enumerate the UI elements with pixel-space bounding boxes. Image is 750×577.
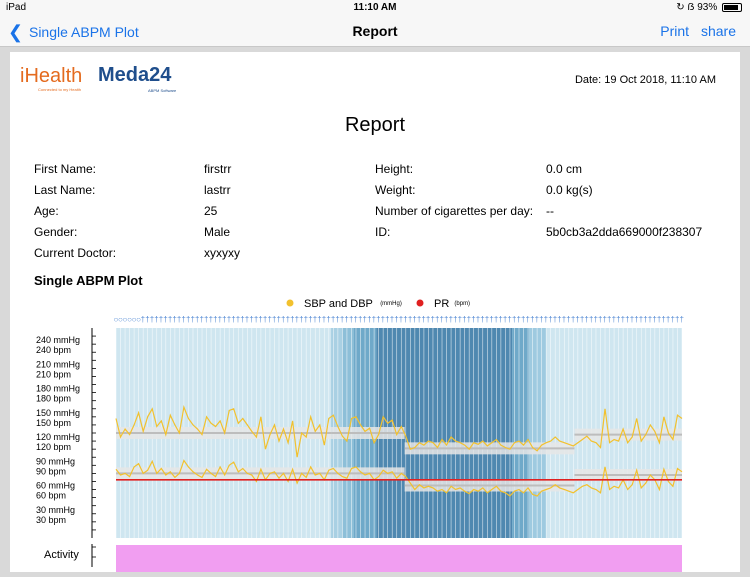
field-value: firstrr — [204, 162, 232, 176]
back-button-label: Single ABPM Plot — [28, 24, 139, 40]
field-value: 0.0 cm — [546, 162, 583, 176]
field-label: First Name: — [34, 162, 97, 176]
y-tick-label: 240 bpm — [36, 345, 71, 355]
y-tick-label: 180 mmHg — [36, 384, 80, 394]
meda24-logo-text: Meda24 — [98, 64, 172, 86]
field-value: Male — [204, 225, 231, 239]
abpm-chart-svg: SBP and DBP (mmHg) PR (bpm) ○ ○ ○ ○ ○ ○ † † † † † † † † † †… — [36, 298, 684, 572]
abpm-chart: SBP and DBP (mmHg) PR (bpm) ○ ○ ○ ○ ○ ○ † † † † † † † † † †… — [10, 292, 740, 572]
y-tick-label: 150 mmHg — [36, 408, 80, 418]
legend-marker — [416, 299, 424, 307]
meda24-tagline: ABPM Software — [148, 88, 177, 93]
night-band — [529, 328, 547, 538]
y-tick-label: 180 bpm — [36, 394, 71, 404]
ihealth-logo-text: iHealth — [20, 65, 83, 87]
field-label: Last Name: — [34, 183, 96, 197]
field-label: Number of cigarettes per day: — [375, 204, 534, 218]
report-title: Report — [344, 114, 406, 136]
field-label: Current Doctor: — [34, 246, 117, 260]
field-label: ID: — [375, 225, 391, 239]
y-tick-label: 120 mmHg — [36, 432, 80, 442]
field-value: -- — [546, 204, 554, 218]
back-button[interactable]: ❮ Single ABPM Plot — [8, 22, 139, 43]
battery-indicator: ↻ ẞ 93% — [676, 2, 742, 13]
battery-icon — [722, 2, 742, 12]
report-page: iHealth Connected to my Health Meda24 AB… — [10, 52, 740, 572]
battery-percent: 93% — [697, 2, 718, 13]
y-tick-label: 60 bpm — [36, 491, 66, 501]
y-tick-label: 120 bpm — [36, 442, 71, 452]
field-value: 0.0 kg(s) — [546, 183, 593, 197]
y-tick-label: 210 bpm — [36, 369, 71, 379]
report-date: Date: 19 Oct 2018, 11:10 AM — [574, 74, 716, 86]
ihealth-logo: iHealth Connected to my Health — [20, 65, 83, 92]
legend-unit: (bpm) — [454, 301, 470, 307]
person-icon: † — [680, 315, 684, 324]
y-tick-label: 210 mmHg — [36, 359, 80, 369]
section-title: Single ABPM Plot — [34, 273, 143, 288]
legend-unit: (mmHg) — [380, 301, 402, 307]
y-tick-label: 90 mmHg — [36, 456, 75, 466]
field-label: Age: — [34, 204, 59, 218]
y-tick-label: 90 bpm — [36, 466, 66, 476]
orientation-lock-icon: ↻ — [676, 2, 685, 13]
chevron-left-icon: ❮ — [8, 22, 24, 42]
field-label: Gender: — [34, 225, 78, 239]
legend-label: SBP and DBP — [304, 298, 373, 310]
field-value: lastrr — [204, 183, 231, 197]
meda24-logo: Meda24 ABPM Software — [98, 64, 176, 93]
bluetooth-icon: ẞ — [687, 2, 695, 13]
activity-label: Activity — [44, 549, 79, 561]
activity-icons-row: ○ ○ ○ ○ ○ ○ † † † † † † † † † † † † † † † † † † † † † † † † † † † † † † † † † †… — [114, 315, 684, 324]
nav-actions: Print share — [652, 23, 736, 39]
field-value: 25 — [204, 204, 218, 218]
y-tick-label: 30 bpm — [36, 515, 66, 525]
legend-label: PR — [434, 298, 449, 310]
y-tick-label: 60 mmHg — [36, 481, 75, 491]
print-button[interactable]: Print — [660, 23, 689, 39]
status-bar: iPad 11:10 AM ↻ ẞ 93% — [0, 0, 750, 16]
y-tick-label: 240 mmHg — [36, 335, 80, 345]
y-tick-label: 30 mmHg — [36, 505, 75, 515]
status-time: 11:10 AM — [353, 2, 397, 13]
y-tick-label: 150 bpm — [36, 418, 71, 428]
field-label: Weight: — [375, 183, 416, 197]
field-label: Height: — [375, 162, 414, 176]
field-value: 5b0cb3a2dda669000f238307 — [546, 225, 703, 239]
navigation-bar: ❮ Single ABPM Plot Report Print share — [0, 16, 750, 47]
legend-marker — [286, 299, 294, 307]
activity-bar — [116, 545, 682, 572]
share-button[interactable]: share — [701, 23, 736, 39]
field-value: xyxyxy — [204, 246, 240, 260]
ihealth-tagline: Connected to my Health — [38, 87, 81, 92]
